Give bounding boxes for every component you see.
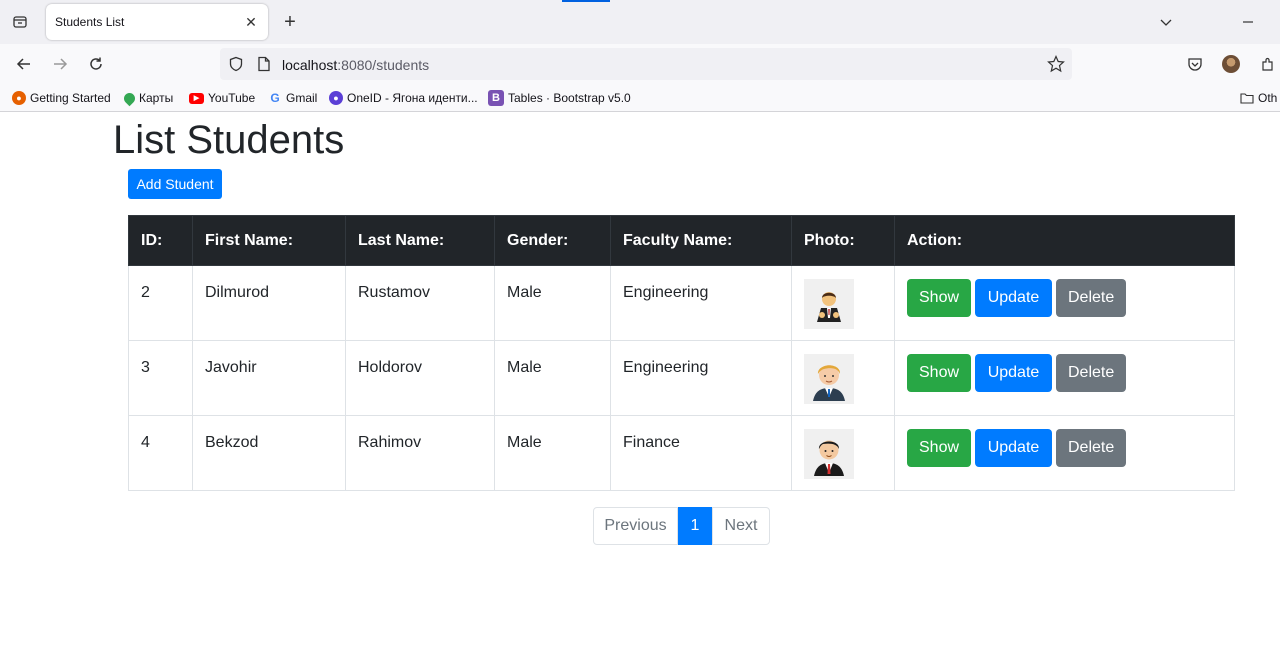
delete-button[interactable]: Delete [1056,279,1126,317]
pagination-previous[interactable]: Previous [593,507,678,545]
column-header-last-name: Last Name: [345,215,495,266]
delete-button[interactable]: Delete [1056,429,1126,467]
student-photo-businessman [804,279,854,329]
table-row: 2 Dilmurod Rustamov Male Engineering Sho… [128,265,1235,341]
cell-first-name: Javohir [192,340,346,416]
bookmark-other-folder[interactable]: Oth [1240,90,1277,106]
bookmark-gmail[interactable]: G Gmail [268,90,317,106]
pagination-page-1[interactable]: 1 [678,507,712,545]
tab-accent-line [562,0,610,2]
bootstrap-icon: B [488,90,504,106]
cell-id: 3 [128,340,193,416]
url-path: :8080/students [337,57,430,73]
page-title: List Students [113,118,345,162]
table-row: 3 Javohir Holdorov Male Engineering Show… [128,340,1235,416]
pagination: Previous 1 Next [593,507,770,545]
show-button[interactable]: Show [907,354,971,392]
bookmark-label: Oth [1258,91,1278,105]
cell-faculty: Engineering [610,265,792,341]
url-text[interactable]: localhost:8080/students [282,57,429,73]
bookmark-label: Карты [139,91,174,105]
table-header: ID: First Name: Last Name: Gender: Facul… [128,215,1235,266]
column-header-action: Action: [894,215,1235,266]
bookmark-label: Gmail [286,91,318,105]
minimize-icon[interactable] [1236,10,1260,34]
browser-navbar: localhost:8080/students [0,44,1280,84]
browser-tab[interactable]: Students List ✕ [46,4,268,40]
column-header-gender: Gender: [494,215,611,266]
column-header-first-name: First Name: [192,215,346,266]
back-arrow-icon[interactable] [12,52,36,76]
cell-actions: Show Update Delete [894,340,1235,416]
tab-list-icon[interactable] [8,10,32,34]
cell-photo [791,265,895,341]
maps-pin-icon [121,90,138,106]
bookmark-youtube[interactable]: ▶ YouTube [189,90,255,106]
cell-last-name: Rustamov [345,265,495,341]
oneid-icon: ● [329,91,343,105]
show-button[interactable]: Show [907,279,971,317]
cell-photo [791,340,895,416]
update-button[interactable]: Update [975,279,1052,317]
extensions-icon[interactable] [1258,54,1278,74]
update-button[interactable]: Update [975,429,1052,467]
cell-last-name: Holdorov [345,340,495,416]
bookmark-label: Getting Started [30,91,111,105]
delete-button[interactable]: Delete [1056,354,1126,392]
update-button[interactable]: Update [975,354,1052,392]
cell-photo [791,415,895,491]
cell-gender: Male [494,265,611,341]
column-header-faculty: Faculty Name: [610,215,792,266]
cell-faculty: Finance [610,415,792,491]
cell-gender: Male [494,340,611,416]
students-table: ID: First Name: Last Name: Gender: Facul… [128,215,1235,491]
browser-tab-bar: Students List ✕ + [0,0,1280,44]
bookmark-maps[interactable]: Карты [121,90,174,106]
cell-id: 2 [128,265,193,341]
bookmark-getting-started[interactable]: ● Getting Started [12,90,111,106]
star-icon[interactable] [1046,54,1066,74]
column-header-photo: Photo: [791,215,895,266]
student-photo-blond-man [804,354,854,404]
profile-avatar[interactable] [1222,55,1240,73]
tab-title: Students List [55,15,125,29]
cell-faculty: Engineering [610,340,792,416]
close-tab-icon[interactable]: ✕ [242,13,260,31]
folder-icon [1240,91,1254,105]
url-host: localhost [282,57,338,73]
cell-id: 4 [128,415,193,491]
cell-actions: Show Update Delete [894,415,1235,491]
show-button[interactable]: Show [907,429,971,467]
pocket-icon[interactable] [1185,54,1205,74]
chevron-down-icon[interactable] [1154,10,1178,34]
bookmark-oneid[interactable]: ● OneID - Ягона иденти... [329,90,478,106]
page-icon[interactable] [254,54,274,74]
reload-icon[interactable] [84,52,108,76]
new-tab-icon[interactable]: + [278,10,302,34]
bookmarks-bar: ● Getting Started Карты ▶ YouTube G Gmai… [0,84,1280,112]
google-icon: G [270,91,280,105]
column-header-id: ID: [128,215,193,266]
bookmark-label: Tables · Bootstrap v5.0 [508,91,631,105]
cell-last-name: Rahimov [345,415,495,491]
bookmark-bootstrap[interactable]: B Tables · Bootstrap v5.0 [488,90,631,106]
firefox-icon: ● [12,91,26,105]
add-student-button[interactable]: Add Student [128,169,222,199]
bookmark-label: OneID - Ягона иденти... [347,91,478,105]
shield-icon[interactable] [226,54,246,74]
youtube-icon: ▶ [189,92,204,104]
cell-first-name: Dilmurod [192,265,346,341]
pagination-next[interactable]: Next [712,507,770,545]
bookmark-label: YouTube [208,91,256,105]
cell-first-name: Bekzod [192,415,346,491]
cell-actions: Show Update Delete [894,265,1235,341]
student-photo-man-red-tie [804,429,854,479]
forward-arrow-icon[interactable] [48,52,72,76]
cell-gender: Male [494,415,611,491]
address-bar[interactable]: localhost:8080/students [220,48,1072,80]
table-row: 4 Bekzod Rahimov Male Finance Show Updat… [128,415,1235,491]
